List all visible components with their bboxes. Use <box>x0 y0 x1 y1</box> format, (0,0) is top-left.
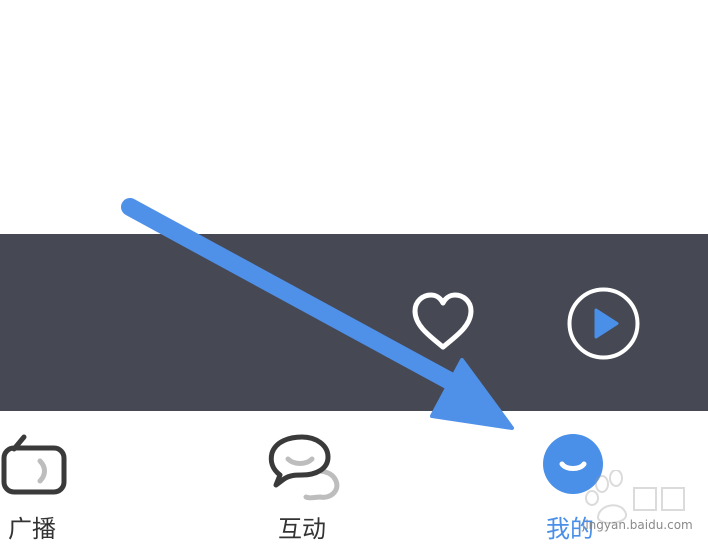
tab-label: 广播 <box>8 515 56 543</box>
favorite-button[interactable] <box>410 292 476 352</box>
play-circle-icon <box>567 287 640 360</box>
content-area <box>0 0 708 234</box>
tab-interact[interactable]: 互动 <box>260 411 360 552</box>
tab-radio[interactable]: 广播 <box>0 411 120 552</box>
chat-bubbles-icon <box>268 434 340 501</box>
radio-icon <box>1 434 67 495</box>
tab-label: 互动 <box>278 515 326 543</box>
play-button[interactable] <box>566 286 641 361</box>
watermark-text: jingyan.baidu.com <box>582 518 693 532</box>
heart-outline-icon <box>412 292 474 350</box>
